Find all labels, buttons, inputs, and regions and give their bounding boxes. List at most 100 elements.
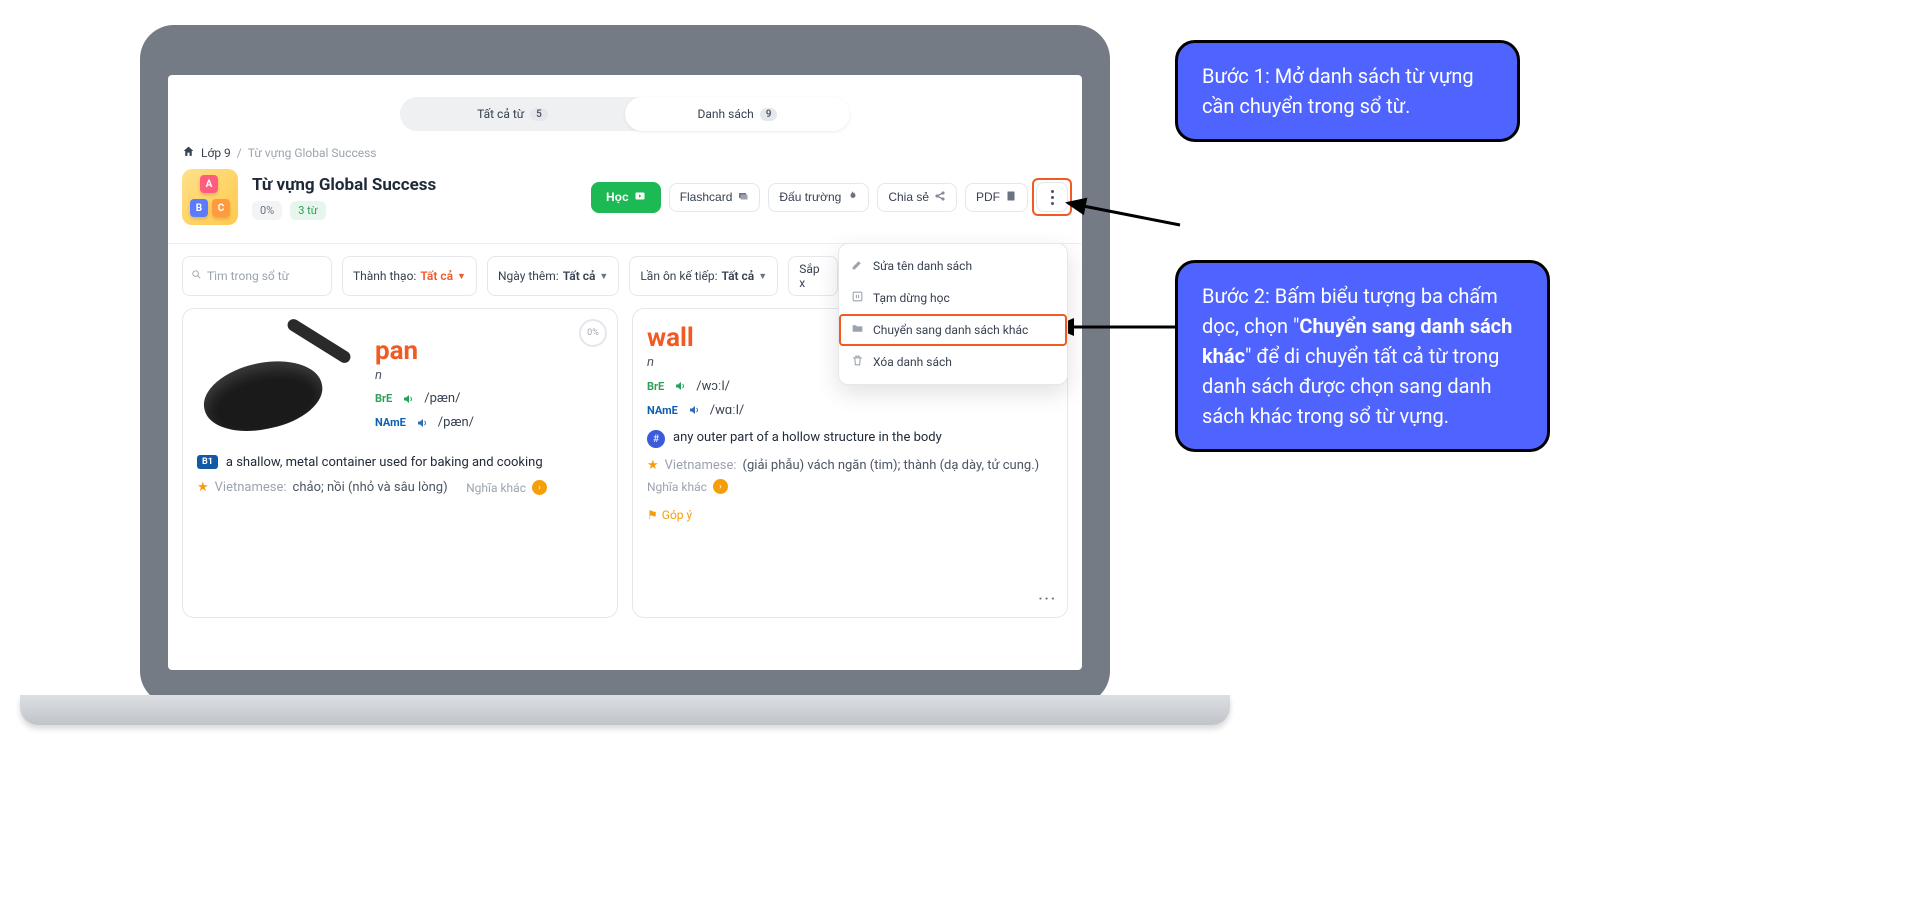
chevron-down-icon: ▼ (758, 271, 767, 282)
next-label: Lần ôn kế tiếp: (640, 269, 717, 283)
pan-level: B1 (197, 455, 218, 469)
pdf-label: PDF (976, 190, 1000, 204)
flashcard-label: Flashcard (680, 190, 733, 204)
pencil-icon (851, 258, 865, 274)
wall-bre-ipa: /wɔːl/ (696, 378, 730, 394)
chevron-right-icon[interactable]: › (532, 480, 547, 495)
sort-label: Sắp x (799, 262, 827, 290)
pan-vn: chảo; nồi (nhỏ và sâu lòng) (293, 480, 448, 495)
filter-added[interactable]: Ngày thêm: Tất cả ▼ (487, 256, 619, 296)
menu-delete-label: Xóa danh sách (873, 355, 952, 369)
learn-button[interactable]: Học (591, 182, 661, 213)
search-input[interactable]: Tìm trong sổ từ (182, 256, 332, 296)
hash-icon: # (647, 430, 665, 448)
breadcrumb-sep: / (237, 146, 242, 160)
wall-definition: any outer part of a hollow structure in … (673, 430, 942, 445)
bubble1-text: Bước 1: Mở danh sách từ vựng cần chuyển … (1202, 64, 1474, 118)
audio-icon[interactable] (414, 415, 430, 431)
search-placeholder: Tìm trong sổ từ (207, 269, 289, 283)
share-button[interactable]: Chia sẻ (877, 183, 957, 212)
wall-bre-label: BrE (647, 380, 664, 393)
toggle-lists[interactable]: Danh sách 9 (625, 97, 850, 131)
fire-icon (846, 190, 858, 205)
cube-b: B (190, 199, 208, 217)
bubble2-b: " để di chuyển tất cả từ trong danh sách… (1202, 344, 1499, 428)
toggle-all-count: 5 (530, 108, 548, 121)
menu-rename[interactable]: Sửa tên danh sách (839, 250, 1067, 282)
wall-name-ipa: /wɑːl/ (710, 402, 745, 418)
dots-icon (1051, 190, 1054, 193)
star-icon: ★ (647, 458, 659, 473)
search-icon (191, 269, 202, 283)
set-header: A B C Từ vựng Global Success 0% 3 từ Học… (168, 169, 1082, 244)
pan-vn-label: Vietnamese: (215, 480, 287, 495)
toggle-all-label: Tất cả từ (477, 107, 524, 121)
chevron-down-icon: ▼ (599, 271, 608, 282)
pan-name-label: NAmE (375, 416, 406, 429)
card-pan: 0% pan n BrE /pæn/ (182, 308, 618, 618)
menu-pause-label: Tạm dừng học (873, 291, 950, 305)
toggle-list-label: Danh sách (698, 107, 754, 121)
flashcard-button[interactable]: Flashcard (669, 183, 761, 212)
pan-word: pan (375, 336, 474, 366)
added-label: Ngày thêm: (498, 269, 559, 283)
star-icon: ★ (197, 480, 209, 495)
play-icon (634, 190, 646, 205)
cube-a: A (200, 175, 218, 193)
audio-icon[interactable] (672, 378, 688, 394)
pause-icon (851, 290, 865, 306)
more-dropdown: Sửa tên danh sách Tạm dừng học Chuyển sa… (838, 243, 1068, 385)
audio-icon[interactable] (400, 391, 416, 407)
learn-label: Học (606, 190, 629, 204)
arena-button[interactable]: Đấu trường (768, 183, 869, 212)
filter-sort[interactable]: Sắp x (788, 256, 838, 296)
set-title: Từ vựng Global Success (252, 175, 436, 195)
arena-label: Đấu trường (779, 190, 841, 204)
chevron-right-icon[interactable]: › (713, 479, 728, 494)
flag-icon: ⚑ (647, 508, 658, 522)
next-value: Tất cả (722, 269, 755, 283)
menu-delete[interactable]: Xóa danh sách (839, 346, 1067, 378)
menu-pause[interactable]: Tạm dừng học (839, 282, 1067, 314)
menu-move[interactable]: Chuyển sang danh sách khác (839, 314, 1067, 346)
set-icon: A B C (182, 169, 238, 225)
pan-other-meanings[interactable]: Nghĩa khác (466, 481, 526, 495)
view-toggle: Tất cả từ 5 Danh sách 9 (400, 97, 850, 131)
added-value: Tất cả (563, 269, 596, 283)
menu-rename-label: Sửa tên danh sách (873, 259, 972, 273)
mastery-label: Thành thạo: (353, 269, 416, 283)
audio-icon[interactable] (686, 402, 702, 418)
home-icon[interactable] (182, 145, 195, 161)
annotation-step-1: Bước 1: Mở danh sách từ vựng cần chuyển … (1175, 40, 1520, 142)
breadcrumb: Lớp 9 / Từ vựng Global Success (168, 131, 1082, 169)
more-button[interactable] (1036, 182, 1068, 212)
wall-other-meanings[interactable]: Nghĩa khác (647, 480, 707, 494)
pan-definition: a shallow, metal container used for baki… (226, 455, 543, 470)
laptop-base (20, 695, 1230, 725)
set-meta: Từ vựng Global Success 0% 3 từ (252, 175, 436, 220)
wall-name-label: NAmE (647, 404, 678, 417)
filter-next-review[interactable]: Lần ôn kế tiếp: Tất cả ▼ (629, 256, 778, 296)
pdf-button[interactable]: PDF (965, 183, 1028, 212)
pan-image (197, 323, 357, 443)
chevron-down-icon: ▼ (457, 271, 466, 282)
pdf-icon (1005, 190, 1017, 205)
share-label: Chia sẻ (888, 190, 929, 204)
card-wall-more[interactable]: ··· (1038, 591, 1057, 607)
folder-move-icon (851, 322, 865, 338)
pan-bre-ipa: /pæn/ (424, 391, 460, 406)
toggle-list-count: 9 (760, 108, 778, 121)
header-actions: Học Flashcard Đấu trường Chia sẻ PDF (591, 182, 1068, 213)
wall-vn: (giải phẫu) vách ngăn (tim); thành (dạ d… (743, 458, 1040, 473)
share-icon (934, 190, 946, 205)
card-pan-pct: 0% (579, 319, 607, 347)
breadcrumb-root[interactable]: Lớp 9 (201, 146, 231, 160)
laptop-frame: Tất cả từ 5 Danh sách 9 Lớp 9 / Từ vựng … (140, 25, 1110, 705)
pan-pos: n (375, 368, 474, 383)
wall-feedback[interactable]: ⚑ Góp ý (647, 508, 1053, 522)
filter-mastery[interactable]: Thành thạo: Tất cả ▼ (342, 256, 477, 296)
toggle-all-words[interactable]: Tất cả từ 5 (400, 97, 625, 131)
menu-move-label: Chuyển sang danh sách khác (873, 323, 1028, 337)
pan-name-ipa: /pæn/ (438, 415, 474, 430)
app-screen: Tất cả từ 5 Danh sách 9 Lớp 9 / Từ vựng … (168, 75, 1082, 670)
